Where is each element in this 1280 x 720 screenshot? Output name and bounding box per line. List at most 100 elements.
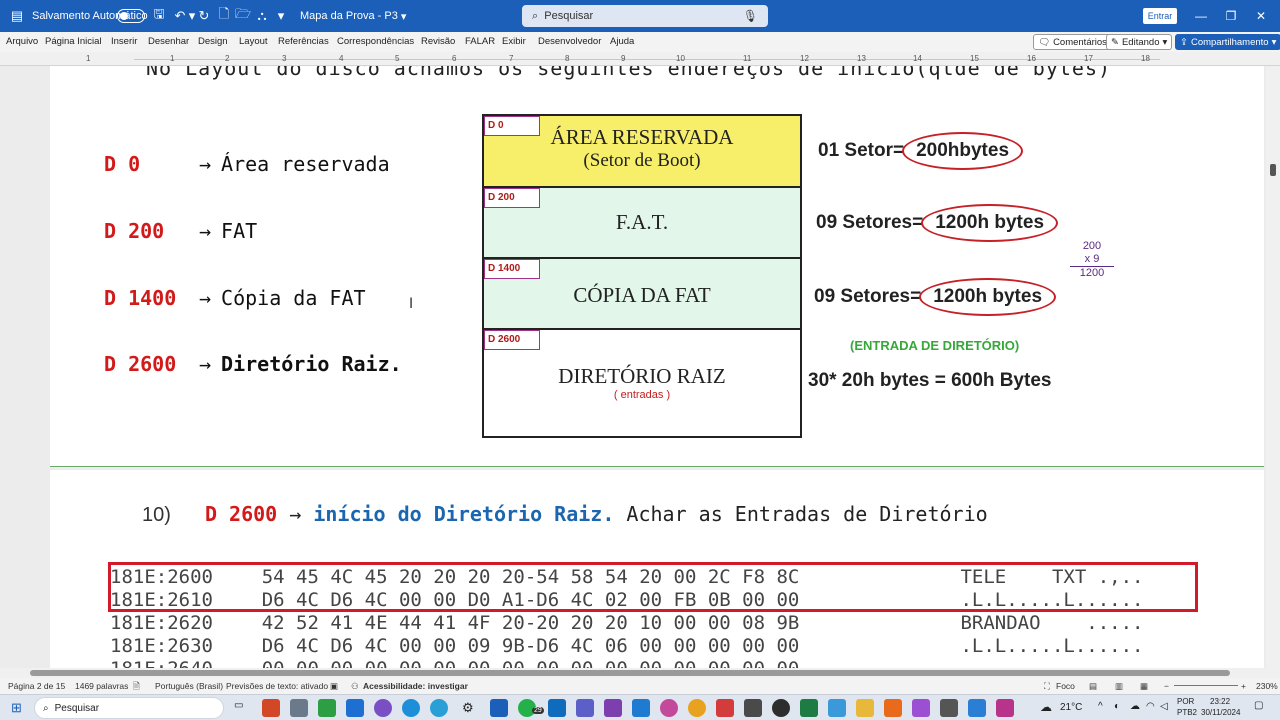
app-icon[interactable] <box>660 699 678 717</box>
chevron-up-icon[interactable]: ^ <box>1098 701 1103 712</box>
clock-date[interactable]: 30/11/2024 <box>1201 708 1240 717</box>
wifi-icon[interactable]: ◠ <box>1146 701 1155 712</box>
language-indicator[interactable]: Português (Brasil) <box>155 681 223 691</box>
accessibility-status[interactable]: Acessibilidade: investigar <box>363 681 468 691</box>
tab-design[interactable]: Design <box>198 36 228 47</box>
page-count[interactable]: Página 2 de 15 <box>8 681 65 691</box>
app-icon[interactable] <box>968 699 986 717</box>
tab-layout[interactable]: Layout <box>239 36 268 47</box>
close-icon[interactable]: ✕ <box>1246 0 1276 32</box>
horizontal-ruler[interactable]: 1 1 2 3 4 5 6 7 8 9 10 11 12 13 14 15 16… <box>0 52 1280 66</box>
text-predictions[interactable]: Previsões de texto: ativado <box>226 681 328 691</box>
app-icon[interactable] <box>772 699 790 717</box>
proofing-icon[interactable]: 🗎 <box>133 681 140 695</box>
telegram-icon[interactable] <box>430 699 448 717</box>
microphone-icon[interactable]: 🎙 <box>743 9 758 23</box>
tab-desenhar[interactable]: Desenhar <box>148 36 189 47</box>
print-layout-icon[interactable]: ▥ <box>1115 681 1123 692</box>
zoom-slider[interactable] <box>1174 685 1238 686</box>
more-commands-icon[interactable]: ▾ <box>272 0 290 32</box>
redo-icon[interactable]: ↻ <box>195 0 213 32</box>
windows-start-icon[interactable]: ⊞ <box>11 700 22 716</box>
powerpoint-icon[interactable] <box>262 699 280 717</box>
editing-mode-button[interactable]: ✎ Editando ▾ <box>1106 34 1173 50</box>
document-canvas[interactable]: No Layout do disco achamos os seguintes … <box>0 66 1280 668</box>
tab-revisao[interactable]: Revisão <box>421 36 455 47</box>
tab-arquivo[interactable]: Arquivo <box>6 36 38 47</box>
tab-referencias[interactable]: Referências <box>278 36 329 47</box>
outlook-icon[interactable] <box>548 699 566 717</box>
cloud-icon[interactable]: ☁ <box>1130 701 1140 712</box>
volume-icon[interactable]: ◁ <box>1160 701 1168 712</box>
task-view-icon[interactable]: ▭ <box>234 700 243 711</box>
restore-icon[interactable]: ❐ <box>1216 0 1246 32</box>
disk-layout-diagram[interactable]: D 0 ÁREA RESERVADA (Setor de Boot) D 200… <box>482 114 802 438</box>
title-bar: ▤ Salvamento Automático 🖫 ↶ ▾ ↻ 🗋 🗁 ⛬ ▾ … <box>0 0 1280 32</box>
vertical-scrollbar[interactable] <box>1266 66 1280 668</box>
sign-in-button[interactable]: Entrar <box>1143 8 1177 24</box>
tab-correspondencias[interactable]: Correspondências <box>337 36 414 47</box>
scrollbar-thumb[interactable] <box>30 670 1230 676</box>
horizontal-scrollbar[interactable] <box>0 668 1280 678</box>
tab-ajuda[interactable]: Ajuda <box>610 36 634 47</box>
focus-icon[interactable]: ⛶ <box>1044 681 1050 692</box>
edge-icon[interactable] <box>402 699 420 717</box>
copilot-icon[interactable] <box>374 699 392 717</box>
open-folder-icon[interactable]: 🗁 <box>234 0 252 32</box>
vscode-icon[interactable] <box>632 699 650 717</box>
word-taskbar-icon[interactable] <box>490 699 508 717</box>
minimize-icon[interactable]: — <box>1186 0 1216 32</box>
app-icon[interactable] <box>744 699 762 717</box>
visual-studio-icon[interactable] <box>912 699 930 717</box>
taskbar-search[interactable]: ⌕ Pesquisar <box>34 697 224 719</box>
macro-icon[interactable]: ▣ <box>330 681 338 692</box>
app-icon[interactable] <box>828 699 846 717</box>
weather-icon[interactable]: ☁ <box>1040 700 1052 714</box>
zoom-level[interactable]: 230% <box>1256 681 1278 691</box>
document-page[interactable]: 10) D 2600 → início do Diretório Raiz. A… <box>50 470 1264 668</box>
settings-gear-icon[interactable]: ⚙ <box>462 700 474 716</box>
file-explorer-icon[interactable] <box>856 699 874 717</box>
focus-mode[interactable]: Foco <box>1056 681 1075 691</box>
tab-pagina-inicial[interactable]: Página Inicial <box>45 36 102 47</box>
tab-inserir[interactable]: Inserir <box>111 36 137 47</box>
share-button[interactable]: ⇪ Compartilhamento ▾ <box>1175 34 1280 50</box>
read-mode-icon[interactable]: ▤ <box>1089 681 1097 692</box>
notifications-icon[interactable]: ▢ <box>1254 700 1263 711</box>
app-icon[interactable] <box>940 699 958 717</box>
keyboard-layout[interactable]: PTB2 <box>1177 708 1197 717</box>
tab-falar[interactable]: FALAR <box>465 36 495 47</box>
search-box[interactable]: ⌕ Pesquisar 🎙 <box>522 5 768 27</box>
new-document-icon[interactable]: 🗋 <box>215 0 233 32</box>
segment-tag: D 2600 <box>484 330 540 350</box>
document-title[interactable]: Mapa da Prova - P3 ▾ <box>300 0 406 32</box>
app-icon[interactable] <box>996 699 1014 717</box>
save-icon[interactable]: 🖫 <box>150 0 168 32</box>
word-count[interactable]: 1469 palavras <box>75 681 128 691</box>
chrome-icon[interactable] <box>688 699 706 717</box>
clock-time[interactable]: 23:22 <box>1210 697 1230 706</box>
app-icon[interactable] <box>884 699 902 717</box>
dev-app-icon[interactable] <box>346 699 364 717</box>
web-layout-icon[interactable]: ▦ <box>1140 681 1148 692</box>
customize-icon[interactable]: ⛬ <box>253 0 271 32</box>
zoom-out-icon[interactable]: − <box>1164 681 1169 691</box>
comments-button[interactable]: 🗨 Comentários <box>1033 34 1112 50</box>
tab-exibir[interactable]: Exibir <box>502 36 526 47</box>
app-icon[interactable] <box>716 699 734 717</box>
accessibility-icon[interactable]: ⚇ <box>351 681 359 692</box>
app-icon[interactable] <box>604 699 622 717</box>
scrollbar-thumb[interactable] <box>1270 164 1276 176</box>
app-icon[interactable] <box>318 699 336 717</box>
document-page[interactable]: No Layout do disco achamos os seguintes … <box>50 66 1264 466</box>
teams-icon[interactable] <box>576 699 594 717</box>
autosave-toggle[interactable] <box>117 9 145 23</box>
excel-icon[interactable] <box>800 699 818 717</box>
zoom-in-icon[interactable]: + <box>1241 681 1246 691</box>
input-language[interactable]: POR <box>1177 697 1194 706</box>
tab-desenvolvedor[interactable]: Desenvolvedor <box>538 36 601 47</box>
calculator-icon[interactable] <box>290 699 308 717</box>
app-tray-icon[interactable]: ◐ <box>1114 701 1120 712</box>
word-window: ▤ Salvamento Automático 🖫 ↶ ▾ ↻ 🗋 🗁 ⛬ ▾ … <box>0 0 1280 720</box>
weather-temp[interactable]: 21°C <box>1060 702 1082 713</box>
